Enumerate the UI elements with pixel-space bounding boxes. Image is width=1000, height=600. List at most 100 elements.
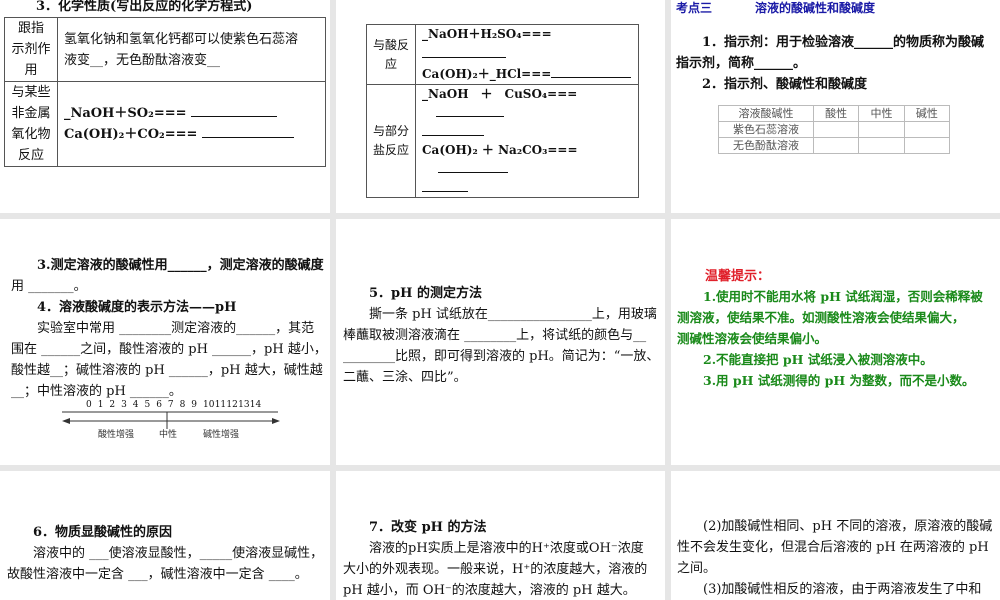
row-header: 与某些 非金属 氧化物 反应 — [4, 81, 58, 167]
header-line: 应 — [384, 56, 397, 71]
header-line: 跟指 — [17, 21, 44, 36]
header-line: 用 — [24, 63, 38, 78]
cause-text: 6．物质显酸碱性的原因 溶液中的 ___使溶液显酸性，_____使溶液显碱性， … — [7, 522, 323, 585]
text-line: 4．溶液酸碱度的表示方法——pH — [37, 300, 237, 315]
text-line: 溶液中的 ___使溶液显酸性，_____使溶液显碱性， — [33, 546, 324, 561]
ph-text: 3.测定溶液的酸碱性用______，测定溶液的酸碱度 用 _______。 4．… — [11, 255, 327, 402]
table-header: 碱性 — [903, 105, 951, 122]
answer-blank — [422, 44, 506, 58]
equation: _NaOH＋H₂SO₄=== — [422, 27, 552, 41]
scale-label: 酸性增强 — [98, 430, 135, 440]
text-line: 酸性越__；碱性溶液的 pH ______，pH 越大，碱性越 — [11, 363, 323, 378]
slide-7-acidity-cause[interactable]: 6．物质显酸碱性的原因 溶液中的 ___使溶液显酸性，_____使溶液显碱性， … — [0, 471, 330, 600]
text-line: 实验室中常用 ________测定溶液的______，其范 — [37, 321, 315, 336]
text-line: 性不会发生变化，但混合后溶液的 pH 在两溶液的 pH — [677, 540, 989, 555]
text-line: 2.不能直接把 pH 试纸浸入被测溶液中。 — [703, 352, 933, 367]
text-line: 测溶液，使结果不准。如测酸性溶液会使结果偏大， — [677, 310, 965, 325]
slide-8-change-ph[interactable]: 7．改变 pH 的方法 溶液的pH实质上是溶液中的H⁺浓度或OH⁻浓度 大小的外… — [336, 471, 665, 600]
text-line: 3.测定溶液的酸碱性用______，测定溶液的酸碱度 — [37, 258, 324, 273]
indicator-text: 1．指示剂：用于检验溶液______的物质称为酸碱 指示剂，简称______。 … — [676, 32, 984, 95]
answer-blank — [422, 178, 468, 192]
table-cell — [858, 137, 905, 154]
slide-1-chemical-properties[interactable]: 3．化学性质(写出反应的化学方程式) 跟指 示剂作 用 氢氧化钠和氢氧化钙都可以… — [0, 0, 330, 213]
slide-3-indicators[interactable]: 考点三 溶液的酸碱性和酸碱度 1．指示剂：用于检验溶液______的物质称为酸碱… — [671, 0, 1000, 213]
tips-text: 1.使用时不能用水将 pH 试纸润湿，否则会稀释被 测溶液，使结果不准。如测酸性… — [677, 287, 983, 392]
table-cell — [903, 121, 951, 138]
equation: _NaOH ＋ CuSO₄=== — [422, 87, 578, 101]
header-line: 与某些 — [11, 85, 51, 100]
text-line: 之间。 — [677, 561, 717, 576]
table-cell — [903, 137, 951, 154]
tips-title: 温馨提示： — [705, 269, 771, 284]
answer-blank — [438, 159, 508, 173]
table-header: 酸性 — [812, 105, 860, 122]
text-line: 5．pH 的测定方法 — [369, 286, 482, 301]
text-line: 1.使用时不能用水将 pH 试纸润湿，否则会稀释被 — [703, 289, 983, 304]
properties-table: 跟指 示剂作 用 氢氧化钠和氢氧化钙都可以使紫色石蕊溶 液变__，无色酚酞溶液变… — [4, 17, 326, 167]
header-line: 盐反应 — [372, 143, 409, 157]
table-header: 溶液酸碱性 — [718, 105, 814, 122]
section-title: 溶液的酸碱性和酸碱度 — [755, 1, 876, 15]
text-line: 3.用 pH 试纸测得的 pH 为整数，而不是小数。 — [703, 373, 975, 388]
method-text: 5．pH 的测定方法 撕一条 pH 试纸放在________________上，… — [343, 283, 659, 388]
content-line: 液变__，无色酚酞溶液变__ — [64, 52, 221, 68]
slide-6-tips[interactable]: 温馨提示： 1.使用时不能用水将 pH 试纸润湿，否则会稀释被 测溶液，使结果不… — [671, 219, 1000, 465]
text-line: 故酸性溶液中一定含 ___，碱性溶液中一定含 ____。 — [7, 567, 308, 582]
section-label: 考点三 — [676, 1, 713, 15]
slide-2-reactions[interactable]: 与酸反 应 _NaOH＋H₂SO₄=== Ca(OH)₂＋_HCl=== 与部分… — [336, 0, 665, 213]
table-cell — [812, 121, 860, 138]
row-header: 跟指 示剂作 用 — [4, 17, 58, 82]
answer-blank — [201, 124, 294, 138]
text-line: 测碱性溶液会使结果偏小。 — [677, 331, 828, 346]
text-line: 用 _______。 — [11, 279, 87, 294]
change-text: 7．改变 pH 的方法 溶液的pH实质上是溶液中的H⁺浓度或OH⁻浓度 大小的外… — [343, 517, 647, 600]
table-cell — [858, 121, 905, 138]
text-line: 棒蘸取被测溶液滴在 ________上，将试纸的颜色与__ — [343, 328, 647, 343]
scale-label: 碱性增强 — [203, 430, 240, 440]
text-line: 大小的外观表现。一般来说，H⁺的浓度越大，溶液的 — [343, 562, 648, 577]
text-line: pH 越小，而 OH⁻的浓度越大，溶液的 pH 越大。 — [343, 583, 636, 598]
answer-blank — [436, 103, 504, 117]
reactions-table: 与酸反 应 _NaOH＋H₂SO₄=== Ca(OH)₂＋_HCl=== 与部分… — [366, 24, 639, 198]
row-content: _NaOH＋SO₂=== Ca(OH)₂＋CO₂=== — [57, 81, 326, 167]
header-line: 氧化物 — [11, 127, 51, 142]
header-line: 与酸反 — [372, 37, 409, 52]
row-content: _NaOH ＋ CuSO₄=== Ca(OH)₂ ＋ Na₂CO₃=== — [415, 84, 639, 198]
slide-4-ph-measurement[interactable]: 3.测定溶液的酸碱性用______，测定溶液的酸碱度 用 _______。 4．… — [0, 219, 330, 465]
text-line: 7．改变 pH 的方法 — [369, 520, 487, 535]
indicator-table: 溶液酸碱性 酸性 中性 碱性 紫色石蕊溶液 无色酚酞溶液 — [718, 105, 951, 154]
text-line: 二蘸、三涂、四比”。 — [343, 370, 467, 385]
header-line: 非金属 — [11, 106, 51, 121]
answer-blank — [422, 122, 484, 136]
answer-blank — [191, 103, 278, 117]
scale-label: 中性 — [159, 430, 178, 440]
text-line: (2)加酸碱性相同、pH 不同的溶液，原溶液的酸碱 — [703, 519, 993, 534]
text-line: 撕一条 pH 试纸放在________________上，用玻璃 — [369, 307, 657, 322]
row-label: 无色酚酞溶液 — [718, 137, 814, 154]
answer-blank — [551, 64, 632, 78]
slide-9-mixing[interactable]: (2)加酸碱性相同、pH 不同的溶液，原溶液的酸碱 性不会发生变化，但混合后溶液… — [671, 471, 1000, 600]
slide-title: 3．化学性质(写出反应的化学方程式) — [36, 0, 253, 14]
text-line: 2．指示剂、酸碱性和酸碱度 — [702, 77, 868, 92]
mixing-text: (2)加酸碱性相同、pH 不同的溶液，原溶液的酸碱 性不会发生变化，但混合后溶液… — [677, 516, 992, 600]
row-content: _NaOH＋H₂SO₄=== Ca(OH)₂＋_HCl=== — [415, 24, 639, 85]
content-line: 氢氧化钠和氢氧化钙都可以使紫色石蕊溶 — [64, 31, 299, 47]
table-header: 中性 — [858, 105, 905, 122]
row-header: 与酸反 应 — [366, 24, 416, 85]
equation: Ca(OH)₂ ＋ Na₂CO₃=== — [422, 143, 578, 157]
table-row: 无色酚酞溶液 — [718, 137, 951, 154]
text-line: 6．物质显酸碱性的原因 — [33, 525, 173, 540]
header-line: 与部分 — [372, 124, 409, 138]
text-line: 溶液的pH实质上是溶液中的H⁺浓度或OH⁻浓度 — [369, 541, 644, 556]
text-line: 指示剂，简称______。 — [676, 56, 807, 71]
equation: Ca(OH)₂＋CO₂=== — [64, 127, 198, 142]
row-header: 与部分 盐反应 — [366, 84, 416, 198]
text-line: __；中性溶液的 pH ______。 — [11, 384, 182, 399]
row-content: 氢氧化钠和氢氧化钙都可以使紫色石蕊溶 液变__，无色酚酞溶液变__ — [57, 17, 326, 82]
table-cell — [812, 137, 860, 154]
slide-5-ph-method[interactable]: 5．pH 的测定方法 撕一条 pH 试纸放在________________上，… — [336, 219, 665, 465]
text-line: 1．指示剂：用于检验溶液______的物质称为酸碱 — [702, 35, 985, 50]
table-row: 紫色石蕊溶液 — [718, 121, 951, 138]
equation: _NaOH＋SO₂=== — [64, 106, 187, 121]
equation: Ca(OH)₂＋_HCl=== — [422, 67, 552, 81]
